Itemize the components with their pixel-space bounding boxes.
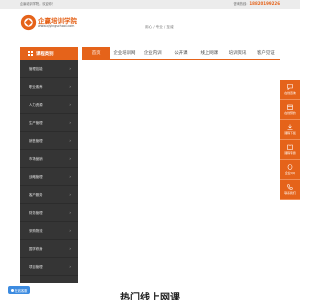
float-item-label: 联系我们	[284, 191, 296, 195]
sidebar-item[interactable]: 人力资源 ›	[20, 96, 78, 114]
site-logo[interactable]: 企赢培训学院 www.qiyingschool.com	[20, 14, 80, 34]
phone-icon	[287, 184, 293, 190]
nav-item[interactable]: 企业内训	[139, 47, 167, 59]
chevron-right-icon: ›	[69, 84, 71, 89]
float-item[interactable]: 在线预约	[280, 100, 300, 120]
float-item[interactable]: 在线咨询	[280, 80, 300, 100]
chevron-right-icon: ›	[69, 120, 71, 125]
float-item-label: 企业QQ	[284, 171, 296, 175]
nav-item[interactable]: 线上网课	[195, 47, 223, 59]
float-item[interactable]: 企业QQ	[280, 160, 300, 180]
hotline-number[interactable]: 18820199226	[249, 1, 280, 6]
welcome-text: 企赢培训学院，欢迎你！	[20, 2, 56, 6]
chevron-right-icon: ›	[69, 210, 71, 215]
sidebar-item[interactable]: 财务管理 ›	[20, 204, 78, 222]
float-item-label: 课程下载	[284, 131, 296, 135]
chat-icon	[287, 84, 293, 90]
float-item[interactable]: 课程下载	[280, 120, 300, 140]
chevron-right-icon: ›	[69, 192, 71, 197]
online-chat-label: 在线客服	[14, 288, 28, 293]
sidebar-item[interactable]: 生产管理 ›	[20, 114, 78, 132]
logo-icon	[20, 14, 37, 31]
nav-item[interactable]: 首页	[82, 47, 111, 59]
main-nav: 首页 企业培训网 企业内训 公开课 线上网课 培训资讯 客户见证	[82, 47, 280, 60]
float-item-label: 在线预约	[284, 111, 296, 115]
sidebar-item-label: 人力资源	[29, 103, 43, 107]
top-bar: 企赢培训学院，欢迎你！ 咨询热线：18820199226	[0, 0, 300, 9]
sidebar-item-label: 采购物流	[29, 229, 43, 233]
sidebar-item[interactable]: 管理技能 ›	[20, 60, 78, 78]
section-title: 热门线上网课	[120, 293, 180, 300]
nav-item[interactable]: 企业培训网	[110, 47, 138, 59]
hotline-label: 咨询热线：	[233, 2, 250, 6]
sidebar-item-label: 销售管理	[29, 139, 43, 143]
course-category-sidebar: 课程类别 管理技能 › 职业素养 › 人力资源 › 生产管理 › 销售管理 › 市场营销 › 战略管理 ›…	[20, 47, 78, 283]
sidebar-item-label: 项目管理	[29, 265, 43, 269]
sidebar-item[interactable]: 项目管理 ›	[20, 258, 78, 276]
nav-item[interactable]: 客户见证	[252, 47, 280, 59]
sidebar-item[interactable]: 采购物流 ›	[20, 222, 78, 240]
sidebar-item-label: 战略管理	[29, 175, 43, 179]
sidebar-item-label: 客户服务	[29, 193, 43, 197]
sidebar-item[interactable]: 职业素养 ›	[20, 78, 78, 96]
sidebar-item[interactable]: 客户服务 ›	[20, 186, 78, 204]
sidebar-header: 课程类别	[20, 47, 78, 60]
chevron-right-icon: ›	[69, 246, 71, 251]
sidebar-item-label: 国学修身	[29, 247, 43, 251]
float-item[interactable]: 课程专题	[280, 140, 300, 160]
chevron-right-icon: ›	[69, 138, 71, 143]
float-item-label: 课程专题	[284, 151, 296, 155]
qq-icon	[287, 164, 293, 170]
sidebar-item-label: 管理技能	[29, 67, 43, 71]
sidebar-list: 管理技能 › 职业素养 › 人力资源 › 生产管理 › 销售管理 › 市场营销 › 战略管理 › 客户服务 ›…	[20, 60, 78, 276]
chevron-right-icon: ›	[69, 66, 71, 71]
floating-service-bar: 在线咨询在线预约课程下载课程专题企业QQ 联系我们	[280, 80, 300, 200]
float-item-label: 在线咨询	[284, 91, 296, 95]
chevron-right-icon: ›	[69, 102, 71, 107]
sidebar-title: 课程类别	[36, 51, 54, 57]
sidebar-item-label: 生产管理	[29, 121, 43, 125]
hotline: 咨询热线：18820199226	[233, 1, 280, 6]
sidebar-item[interactable]: 销售管理 ›	[20, 132, 78, 150]
sidebar-item-label: 职业素养	[29, 85, 43, 89]
grid-icon	[28, 51, 33, 56]
nav-item[interactable]: 公开课	[167, 47, 195, 59]
sidebar-item[interactable]: 战略管理 ›	[20, 168, 78, 186]
chevron-right-icon: ›	[69, 228, 71, 233]
sidebar-item[interactable]: 国学修身 ›	[20, 240, 78, 258]
slogan: 用心 / 专业 / 至诚	[145, 25, 174, 29]
book-icon	[287, 144, 293, 150]
chevron-right-icon: ›	[69, 156, 71, 161]
sidebar-item[interactable]: 市场营销 ›	[20, 150, 78, 168]
chevron-right-icon: ›	[69, 264, 71, 269]
float-item[interactable]: 联系我们	[280, 180, 300, 200]
logo-url: www.qiyingschool.com	[38, 24, 75, 28]
calendar-icon	[287, 104, 293, 110]
sidebar-item-label: 财务管理	[29, 211, 43, 215]
download-icon	[287, 124, 293, 130]
chat-dot-icon	[10, 288, 14, 292]
chevron-right-icon: ›	[69, 174, 71, 179]
online-chat-button[interactable]: 在线客服	[8, 286, 30, 294]
nav-item[interactable]: 培训资讯	[223, 47, 251, 59]
sidebar-item-label: 市场营销	[29, 157, 43, 161]
